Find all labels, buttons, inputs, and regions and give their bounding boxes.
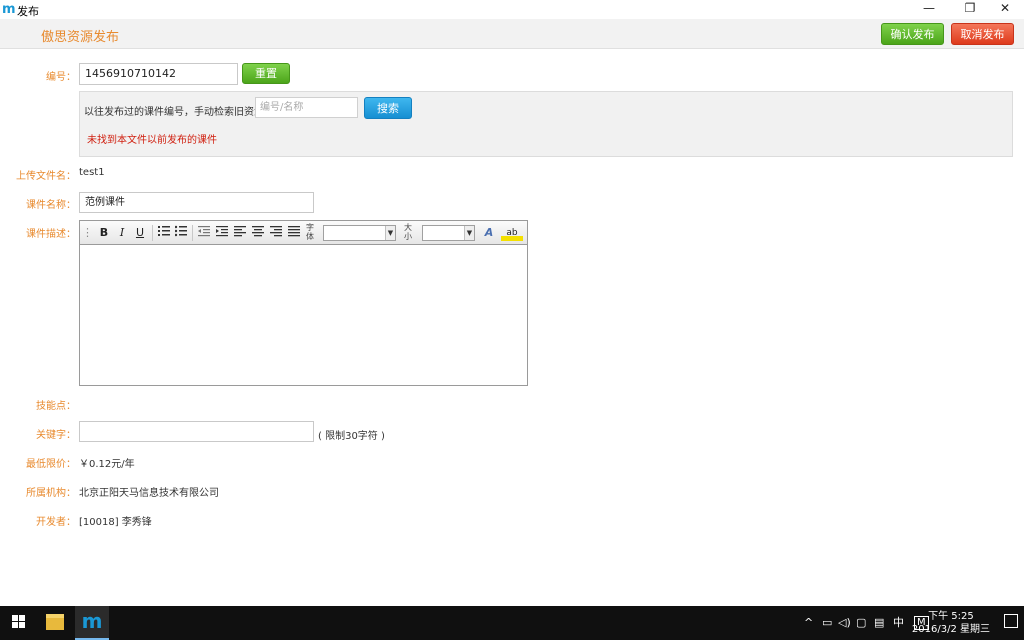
toolbar-separator bbox=[192, 225, 193, 241]
search-button[interactable]: 搜索 bbox=[364, 97, 412, 119]
not-found-message: 未找到本文件以前发布的课件 bbox=[87, 135, 217, 146]
number-label: 编号： bbox=[46, 72, 76, 83]
bold-button[interactable]: B bbox=[96, 225, 112, 241]
minimize-button[interactable]: — bbox=[910, 0, 948, 19]
keywords-limit-hint: ( 限制30字符 ) bbox=[318, 431, 385, 442]
notification-center-icon[interactable] bbox=[1004, 614, 1018, 628]
align-right-icon[interactable] bbox=[268, 225, 284, 241]
number-input[interactable]: 1456910710142 bbox=[79, 63, 238, 85]
font-size-label: 大小 bbox=[404, 223, 412, 241]
font-family-select[interactable]: ▼ bbox=[323, 225, 396, 241]
underline-button[interactable]: U bbox=[132, 225, 148, 241]
taskbar: m ^ ▭ ◁) ▢ ▤ 中 M 下午 5:25 2016/3/2 星期三 bbox=[0, 606, 1024, 640]
restore-button[interactable]: ❐ bbox=[951, 0, 989, 19]
tray-battery-icon[interactable]: ▭ bbox=[822, 616, 832, 630]
filename-label: 上传文件名： bbox=[16, 171, 76, 182]
align-center-icon[interactable] bbox=[250, 225, 266, 241]
cancel-publish-button[interactable]: 取消发布 bbox=[951, 23, 1014, 45]
app-logo-icon: m bbox=[2, 2, 16, 17]
search-input[interactable]: 编号/名称 bbox=[255, 97, 358, 118]
tray-network-icon[interactable]: ▢ bbox=[856, 616, 866, 630]
course-name-input[interactable]: 范例课件 bbox=[79, 192, 314, 213]
close-button[interactable]: ✕ bbox=[986, 0, 1024, 19]
taskbar-app-m-icon[interactable]: m bbox=[75, 606, 109, 640]
organization-label: 所属机构： bbox=[26, 488, 76, 499]
indent-icon[interactable] bbox=[214, 225, 230, 241]
outdent-icon[interactable] bbox=[196, 225, 212, 241]
developer-value: [10018] 李秀锋 bbox=[79, 517, 152, 528]
keywords-input[interactable] bbox=[79, 421, 314, 442]
developer-label: 开发者： bbox=[36, 517, 76, 528]
file-explorer-icon[interactable] bbox=[46, 614, 64, 630]
course-name-label: 课件名称： bbox=[26, 200, 76, 211]
align-left-icon[interactable] bbox=[232, 225, 248, 241]
description-textarea[interactable] bbox=[80, 246, 527, 385]
font-family-label: 字体 bbox=[306, 223, 314, 241]
unordered-list-icon[interactable] bbox=[173, 225, 189, 241]
filename-value: test1 bbox=[79, 167, 105, 178]
editor-toolbar: ⋮ B I U 字体 ▼ 大小 ▼ A ab bbox=[80, 221, 527, 245]
window-title: 发布 bbox=[17, 5, 39, 18]
toolbar-separator bbox=[152, 225, 153, 241]
tray-volume-icon[interactable]: ◁) bbox=[838, 616, 851, 630]
toolbar-grip-icon: ⋮ bbox=[82, 226, 93, 239]
organization-value: 北京正阳天马信息技术有限公司 bbox=[79, 488, 219, 499]
chevron-down-icon: ▼ bbox=[385, 226, 395, 240]
highlight-color-button[interactable]: ab bbox=[501, 225, 523, 241]
page-title: 傲思资源发布 bbox=[41, 30, 120, 45]
min-price-value: ￥0.12元/年 bbox=[79, 459, 135, 470]
search-prompt: 以往发布过的课件编号，手动检索旧资源： bbox=[84, 107, 274, 118]
keywords-label: 关键字： bbox=[36, 430, 76, 441]
ordered-list-icon[interactable] bbox=[156, 225, 172, 241]
window-titlebar: m 发布 — ❐ ✕ bbox=[0, 0, 1024, 19]
description-label: 课件描述： bbox=[26, 229, 76, 240]
tray-ime-indicator[interactable]: 中 bbox=[893, 616, 904, 630]
search-panel: 以往发布过的课件编号，手动检索旧资源： 编号/名称 搜索 未找到本文件以前发布的… bbox=[79, 91, 1013, 157]
skills-label: 技能点： bbox=[36, 401, 76, 412]
windows-start-icon[interactable] bbox=[12, 615, 26, 629]
confirm-publish-button[interactable]: 确认发布 bbox=[881, 23, 944, 45]
font-size-select[interactable]: ▼ bbox=[422, 225, 475, 241]
taskbar-clock[interactable]: 下午 5:25 2016/3/2 星期三 bbox=[912, 610, 990, 636]
align-justify-icon[interactable] bbox=[286, 225, 302, 241]
chevron-down-icon: ▼ bbox=[464, 226, 474, 240]
tray-chevron-up-icon[interactable]: ^ bbox=[804, 616, 813, 630]
min-price-label: 最低限价： bbox=[26, 459, 76, 470]
font-color-button[interactable]: A bbox=[479, 225, 499, 241]
page-header: 傲思资源发布 bbox=[0, 19, 1024, 49]
italic-button[interactable]: I bbox=[114, 225, 130, 241]
description-editor: ⋮ B I U 字体 ▼ 大小 ▼ A ab bbox=[79, 220, 528, 386]
tray-notes-icon[interactable]: ▤ bbox=[874, 616, 884, 630]
clock-date: 2016/3/2 星期三 bbox=[911, 624, 990, 635]
reset-button[interactable]: 重置 bbox=[242, 63, 290, 84]
clock-time: 下午 5:25 bbox=[928, 611, 974, 622]
